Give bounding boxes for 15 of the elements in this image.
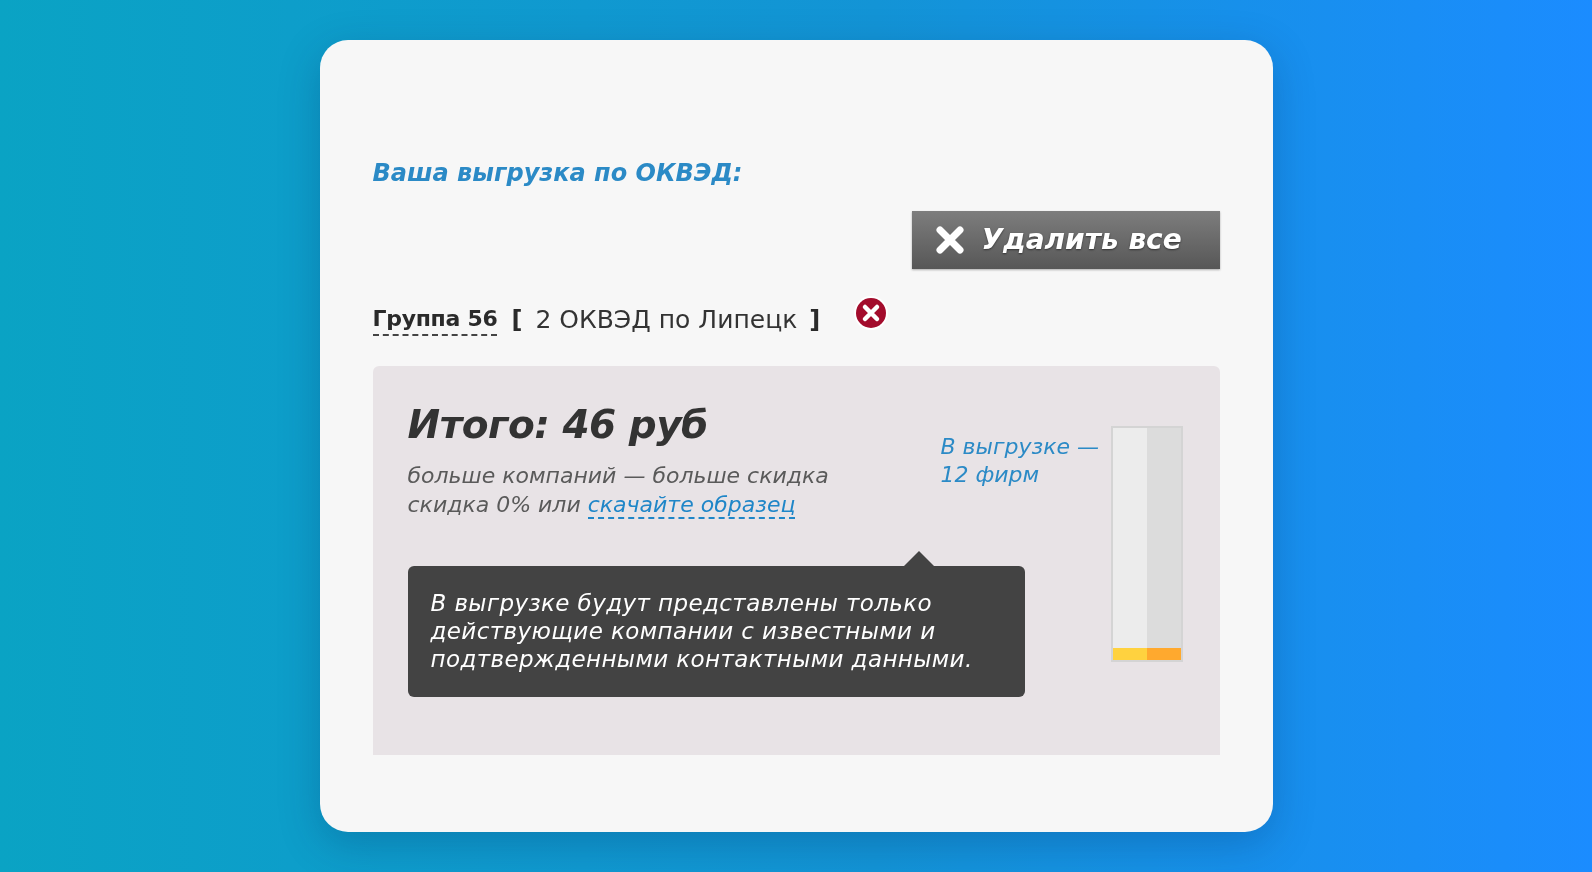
close-bracket: ] xyxy=(809,305,821,335)
section-title: Ваша выгрузка по ОКВЭД: xyxy=(372,158,743,188)
remove-icon[interactable] xyxy=(853,295,890,331)
group-summary: 2 ОКВЭД по Липецк xyxy=(535,305,798,335)
sample-link[interactable]: скачайте образец xyxy=(587,492,796,519)
close-icon xyxy=(934,225,965,255)
discount-note: больше компаний — больше скидка xyxy=(407,462,830,490)
company-count: В выгрузке — 12 фирм xyxy=(940,433,1100,489)
info-tooltip: В выгрузке будут представлены только действующие компании с известными и подтвержденными контактными данными. xyxy=(407,566,1025,697)
discount-offer: скидка 0% или скачайте образец xyxy=(407,491,797,519)
delete-all-button[interactable]: Удалить все xyxy=(911,211,1220,269)
group-name-link[interactable]: Группа 56 xyxy=(372,304,498,336)
total-price: Итого: 46 руб xyxy=(407,402,709,448)
open-bracket: [ xyxy=(511,305,523,335)
tooltip-pointer-icon xyxy=(902,551,935,567)
